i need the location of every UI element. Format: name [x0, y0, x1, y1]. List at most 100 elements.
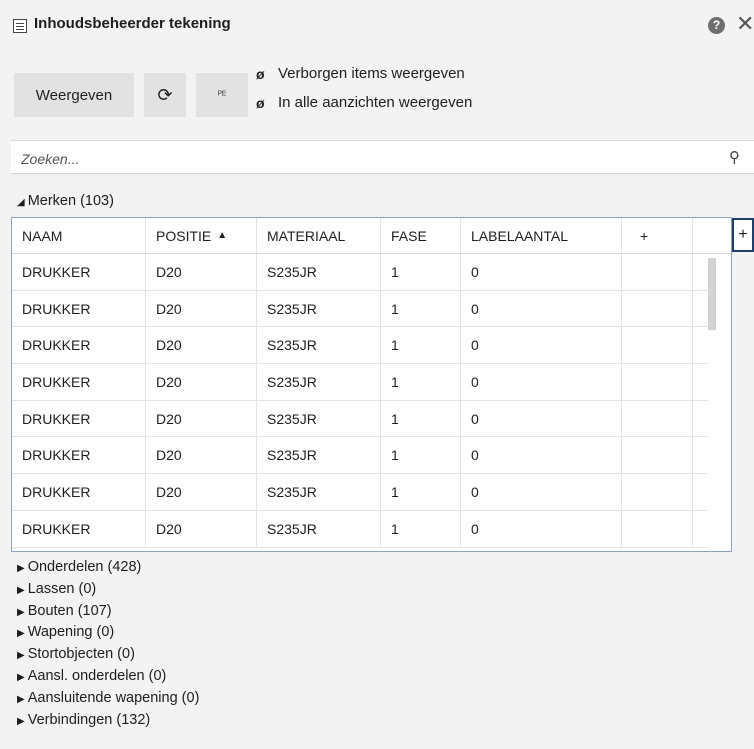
vertical-scrollbar[interactable] — [708, 254, 731, 551]
cell-materiaal: S235JR — [257, 474, 381, 510]
tree-group-item[interactable]: ▶ Aansluitende wapening (0) — [17, 688, 199, 710]
cell-materiaal: S235JR — [257, 364, 381, 400]
cell-naam: DRUKKER — [12, 400, 146, 437]
cell-fase: 1 — [381, 254, 461, 290]
cell-labelaantal: 0 — [461, 290, 622, 327]
table-row[interactable]: DRUKKER D20 S235JR 1 0 — [12, 327, 708, 365]
collapsed-triangle-icon: ▶ — [17, 584, 25, 596]
cell-materiaal: S235JR — [257, 400, 381, 437]
tree-group-item[interactable]: ▶ Wapening (0) — [17, 622, 199, 644]
cell-extra — [622, 327, 693, 364]
cell-labelaantal: 0 — [461, 437, 622, 474]
cell-positie: D20 — [146, 290, 257, 327]
cell-positie: D20 — [146, 400, 257, 437]
group-merken-header[interactable]: ◢ Merken (103) — [17, 193, 114, 209]
group-merken-label: Merken (103) — [27, 193, 114, 209]
column-header-label: FASE — [391, 227, 427, 244]
column-header-labelaantal[interactable]: LABELAANTAL — [461, 218, 622, 253]
help-icon[interactable]: ? — [708, 17, 725, 34]
tree-group-label: Onderdelen (428) — [27, 559, 142, 575]
cell-extra — [622, 364, 693, 400]
tree-group-item[interactable]: ▶ Aansl. onderdelen (0) — [17, 666, 199, 688]
cell-labelaantal: 0 — [461, 327, 622, 364]
list-icon — [13, 19, 27, 33]
table-body: DRUKKER D20 S235JR 1 0 DRUKKER D20 S235JR 1 0 DRUK… — [12, 254, 708, 548]
tree-group-item[interactable]: ▶ Verbindingen (132) — [17, 710, 199, 732]
add-column-button[interactable]: + — [732, 218, 754, 252]
cell-positie: D20 — [146, 364, 257, 400]
table-row[interactable]: DRUKKER D20 S235JR 1 0 — [12, 474, 708, 511]
collapsed-triangle-icon: ▶ — [17, 563, 25, 574]
column-header-positie[interactable]: POSITIE ▲ — [146, 218, 257, 253]
collapsed-triangle-icon: ▶ — [17, 628, 25, 640]
show-hidden-items-label: Verborgen items weergeven — [278, 65, 465, 82]
column-header-naam[interactable]: NAAM — [12, 218, 146, 253]
table-header: NAAM POSITIE ▲ MATERIAAL FASE LABELAANTAL… — [12, 218, 731, 254]
column-header-materiaal[interactable]: MATERIAAL — [257, 218, 381, 253]
tree-group-item[interactable]: ▶ Onderdelen (428) — [17, 557, 199, 579]
cell-fase: 1 — [381, 437, 461, 474]
column-header-fase[interactable]: FASE — [381, 218, 461, 253]
label-button[interactable]: ᴾᴱ — [196, 73, 248, 117]
cell-positie: D20 — [146, 510, 257, 547]
collapsed-triangle-icon: ▶ — [17, 671, 25, 683]
cell-materiaal: S235JR — [257, 327, 381, 364]
column-header-label: + — [640, 227, 649, 244]
cell-naam: DRUKKER — [12, 327, 146, 364]
table-row[interactable]: DRUKKER D20 S235JR 1 0 — [12, 437, 708, 475]
cell-extra — [622, 474, 693, 510]
show-hidden-items-option[interactable]: ø Verborgen items weergeven — [256, 65, 465, 82]
table-row[interactable]: DRUKKER D20 S235JR 1 0 — [12, 290, 708, 328]
collapsed-triangle-icon: ▶ — [17, 650, 25, 662]
column-header-label: LABELAANTAL — [471, 227, 569, 244]
show-button[interactable]: Weergeven — [14, 73, 134, 117]
show-in-all-views-option[interactable]: ø In alle aanzichten weergeven — [256, 94, 472, 111]
cell-fase: 1 — [381, 290, 461, 327]
window-title: Inhoudsbeheerder tekening — [34, 15, 231, 32]
cell-naam: DRUKKER — [12, 254, 146, 290]
collapsed-triangle-icon: ▶ — [17, 715, 25, 727]
tree-group-item[interactable]: ▶ Bouten (107) — [17, 601, 199, 623]
cell-extra — [622, 510, 693, 547]
cell-naam: DRUKKER — [12, 474, 146, 510]
group-tree: ▶ Onderdelen (428) ▶ Lassen (0) ▶ Bouten (107… — [17, 557, 199, 731]
close-icon[interactable]: ✕ — [736, 11, 754, 37]
cell-materiaal: S235JR — [257, 437, 381, 474]
refresh-button[interactable]: ⟳ — [144, 73, 186, 117]
collapsed-triangle-icon: ▶ — [17, 693, 25, 705]
cell-materiaal: S235JR — [257, 290, 381, 327]
cell-naam: DRUKKER — [12, 510, 146, 547]
cell-labelaantal: 0 — [461, 400, 622, 437]
sort-ascending-icon: ▲ — [217, 230, 228, 241]
cell-labelaantal: 0 — [461, 510, 622, 547]
tree-group-item[interactable]: ▶ Stortobjecten (0) — [17, 644, 199, 666]
cell-labelaantal: 0 — [461, 364, 622, 400]
cell-positie: D20 — [146, 327, 257, 364]
column-header-add[interactable]: + — [622, 218, 693, 253]
table-row[interactable]: DRUKKER D20 S235JR 1 0 — [12, 400, 708, 438]
column-header-label: POSITIE — [156, 227, 212, 244]
table-row[interactable]: DRUKKER D20 S235JR 1 0 — [12, 364, 708, 401]
eye-slash-icon: ø — [256, 94, 265, 111]
table-row[interactable]: DRUKKER D20 S235JR 1 0 — [12, 510, 708, 548]
tree-group-label: Wapening (0) — [27, 624, 115, 641]
table-row[interactable]: DRUKKER D20 S235JR 1 0 — [12, 254, 708, 291]
scrollbar-thumb[interactable] — [708, 258, 716, 330]
collapsed-triangle-icon: ▶ — [17, 606, 25, 618]
show-in-all-views-label: In alle aanzichten weergeven — [278, 94, 473, 111]
search-icon[interactable]: ⚲ — [729, 148, 740, 166]
tree-group-item[interactable]: ▶ Lassen (0) — [17, 579, 199, 601]
cell-fase: 1 — [381, 474, 461, 510]
cell-naam: DRUKKER — [12, 364, 146, 400]
cell-positie: D20 — [146, 437, 257, 474]
eye-slash-icon: ø — [256, 65, 265, 82]
cell-extra — [622, 290, 693, 327]
cell-naam: DRUKKER — [12, 437, 146, 474]
cell-extra — [622, 437, 693, 474]
cell-fase: 1 — [381, 364, 461, 400]
cell-fase: 1 — [381, 510, 461, 547]
cell-positie: D20 — [146, 474, 257, 510]
column-header-label: NAAM — [22, 227, 63, 244]
cell-positie: D20 — [146, 254, 257, 290]
search-input[interactable] — [19, 149, 699, 169]
